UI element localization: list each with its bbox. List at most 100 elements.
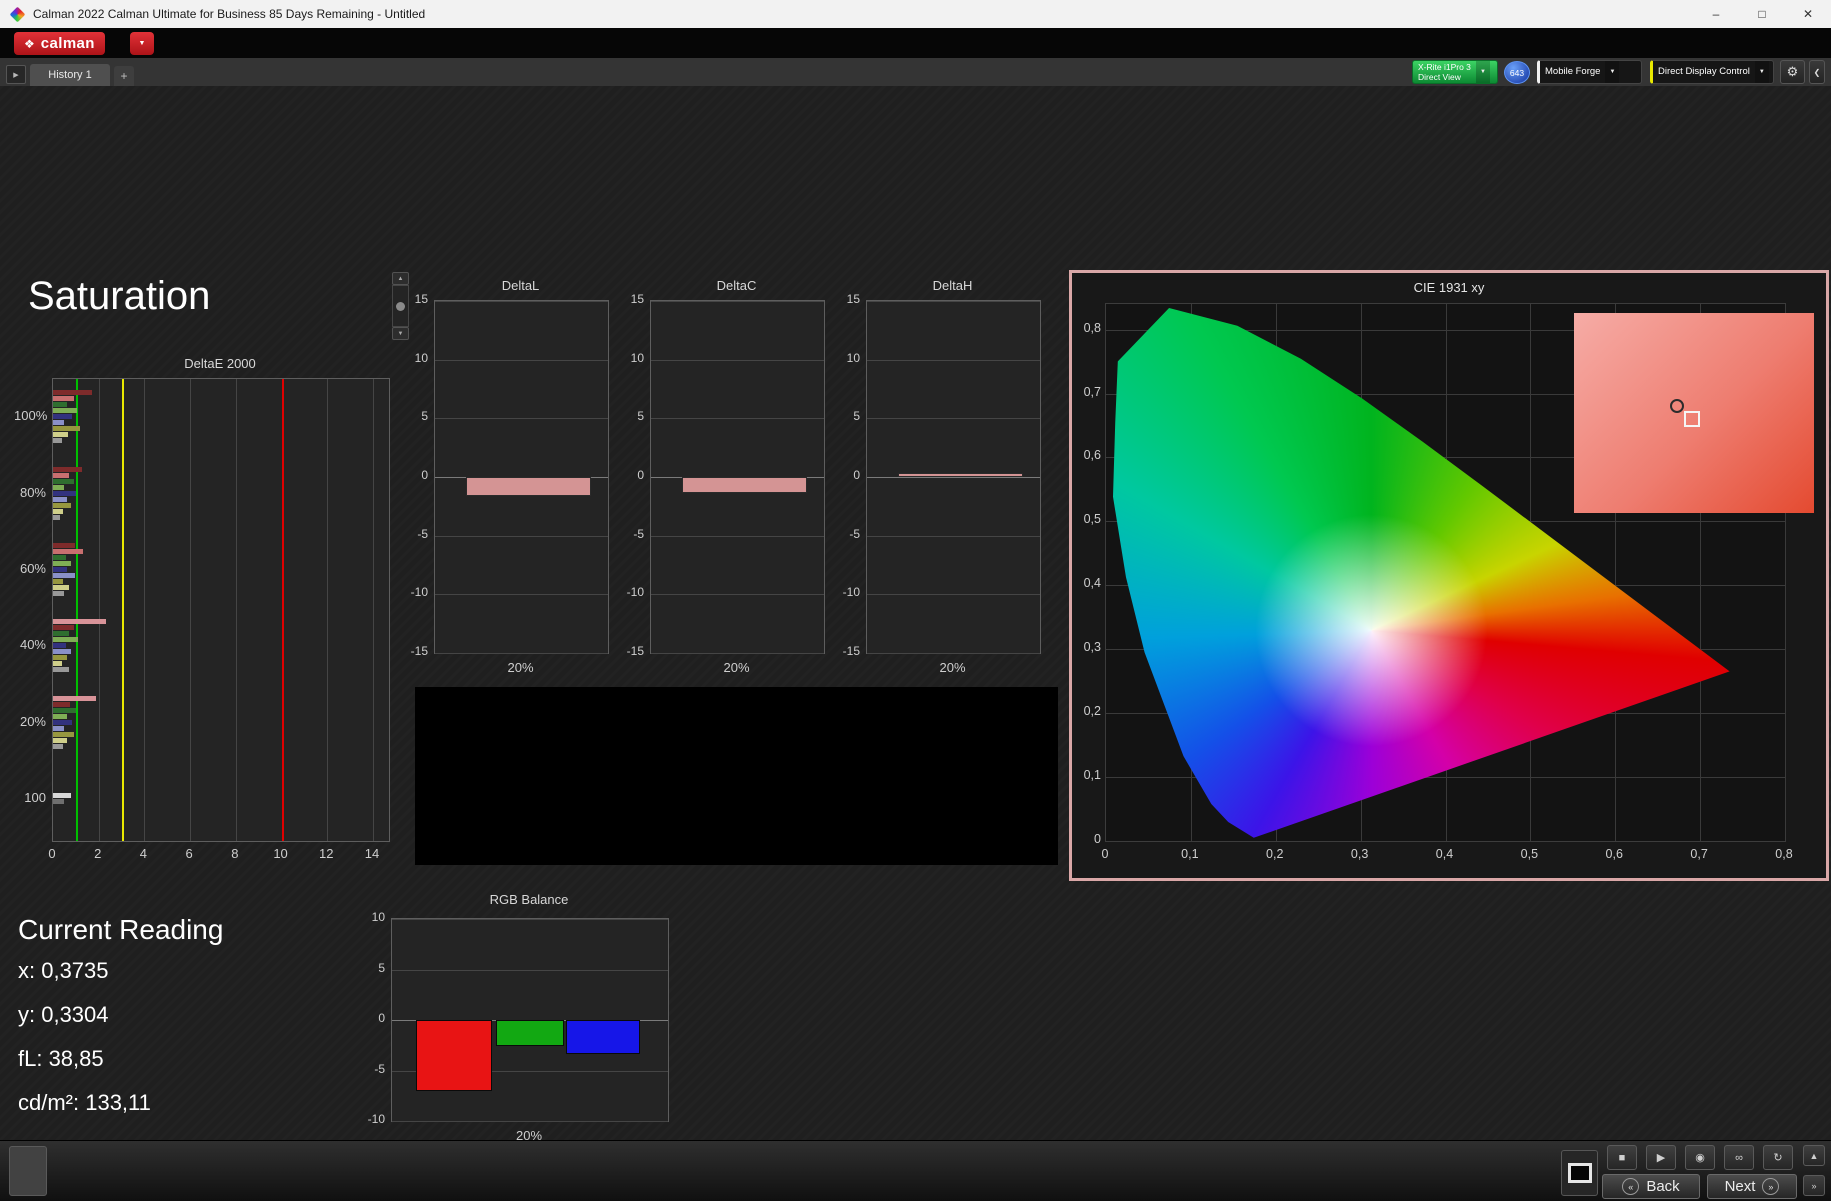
deltae-bar (53, 514, 60, 520)
mini-bar (898, 473, 1023, 477)
mini-y-tick-label: 10 (846, 350, 860, 365)
source-dropdown-icon[interactable]: ▼ (1605, 61, 1620, 83)
mini-y-tick-label: 10 (414, 350, 428, 365)
mini-gridline (651, 359, 824, 361)
mini-gridline (435, 418, 608, 420)
refresh-icon: ↻ (1773, 1152, 1783, 1164)
deltac-chart: DeltaC 15 10 5 0 -5 -10 -15 20% (614, 278, 826, 680)
capture-icon: ◉ (1695, 1152, 1705, 1164)
deltae-bar (53, 542, 75, 548)
deltae-y-group-label: 100 (24, 790, 46, 805)
cie-x-tick-label: 0 (1101, 847, 1109, 861)
tab-scroll-button[interactable]: ▶ (6, 65, 26, 84)
deltae-bar (53, 619, 106, 625)
add-tab-button[interactable]: + (114, 66, 134, 86)
mini-gridline (435, 301, 608, 302)
mini-y-tick-label: -5 (849, 526, 860, 541)
deltae-x-tick-label: 12 (319, 846, 334, 861)
current-patch-card[interactable] (9, 1146, 47, 1196)
title-bar: Calman 2022 Calman Ultimate for Business… (0, 0, 1831, 29)
maximize-button[interactable]: □ (1739, 0, 1785, 28)
rgb-y-tick-label: -5 (374, 1061, 385, 1076)
deltae-bar (53, 566, 67, 572)
mini-y-tick-label: -15 (626, 644, 644, 658)
next-button[interactable]: Next » (1707, 1174, 1797, 1199)
deltae-bar (53, 466, 82, 472)
mini-y-tick-label: 5 (421, 409, 428, 424)
display-dropdown-icon[interactable]: ▼ (1754, 61, 1769, 83)
deltae-bar (53, 637, 79, 643)
play-button[interactable]: ▶ (1646, 1145, 1676, 1170)
cie-y-tick-label: 0,4 (1083, 576, 1101, 591)
link-button[interactable]: ∞ (1724, 1145, 1754, 1170)
pattern-window-button[interactable] (1561, 1150, 1598, 1196)
display-control-label: Direct Display Control (1658, 66, 1750, 78)
cie-y-tick-label: 0,8 (1083, 320, 1101, 335)
window-title: Calman 2022 Calman Ultimate for Business… (33, 7, 426, 21)
rgb-bar-green (496, 1020, 564, 1047)
play-icon: ▶ (1656, 1152, 1666, 1164)
cie-y-tick-label: 0 (1094, 832, 1101, 846)
deltae-bar (53, 472, 69, 478)
current-patch-color (15, 1154, 41, 1188)
mini-y-tick-label: -15 (410, 644, 428, 658)
back-button[interactable]: « Back (1602, 1174, 1700, 1199)
deltae-bar (53, 584, 69, 590)
deltae-y-group-label: 60% (19, 560, 46, 576)
deltae-ref-line (281, 379, 284, 841)
current-reading-x: x: 0,3735 (18, 958, 109, 983)
gear-icon: ⚙ (1786, 64, 1799, 79)
deltae-bar (53, 695, 97, 701)
measurement-count-badge: 643 (1504, 61, 1530, 84)
collapse-panel-button[interactable]: ❮ (1809, 60, 1825, 84)
rgb-bar-red (416, 1020, 492, 1091)
calman-menu-dropdown[interactable]: ▼ (130, 32, 154, 55)
mini-gridline (867, 418, 1040, 420)
settings-button[interactable]: ⚙ (1780, 60, 1805, 84)
cie-x-tick-label: 0,1 (1181, 847, 1199, 861)
deltae-bar (53, 667, 69, 673)
stop-button[interactable]: ■ (1607, 1145, 1637, 1170)
thumb-expand-button[interactable]: » (1803, 1175, 1825, 1196)
display-control-button[interactable]: Direct Display Control ▼ (1650, 60, 1774, 84)
mini-y-tick-label: -10 (626, 585, 644, 600)
refresh-button[interactable]: ↻ (1763, 1145, 1793, 1170)
cie-y-tick-label: 0,1 (1083, 768, 1101, 783)
mini-gridline (867, 477, 1040, 478)
monitor-icon (1567, 1163, 1592, 1183)
calman-logo-button[interactable]: ❖ calman (14, 32, 105, 55)
deltae-bar (53, 490, 76, 496)
mini-y-tick-label: 15 (414, 292, 428, 306)
deltae-bar (53, 713, 67, 719)
deltae-bar (53, 396, 74, 402)
cie-x-tick-label: 0,8 (1775, 847, 1793, 861)
deltae-x-tick-label: 14 (364, 846, 380, 861)
mini-y-tick-label: 15 (846, 292, 860, 306)
close-button[interactable]: ✕ (1785, 0, 1831, 28)
mini-x-label: 20% (723, 660, 750, 675)
mini-y-tick-label: 10 (630, 350, 644, 365)
deltah-chart: DeltaH 15 10 5 0 -5 -10 -15 20% (830, 278, 1042, 680)
source-button[interactable]: Mobile Forge ▼ (1537, 60, 1642, 84)
mini-x-label: 20% (507, 660, 534, 675)
cie-y-tick-label: 0,7 (1083, 384, 1101, 399)
minimize-button[interactable]: – (1693, 0, 1739, 28)
deltae-gridline (373, 379, 374, 841)
deltah-plot (866, 300, 1041, 654)
mini-y-tick-label: -10 (842, 585, 860, 600)
tab-history-1[interactable]: History 1 (30, 64, 110, 86)
deltae-bar (53, 414, 73, 420)
capture-button[interactable]: ◉ (1685, 1145, 1715, 1170)
cie-x-tick-label: 0,2 (1266, 847, 1284, 861)
mini-gridline (867, 301, 1040, 302)
deltal-chart-title: DeltaL (501, 278, 540, 293)
deltae-bar (53, 799, 65, 804)
mini-y-tick-label: 0 (421, 468, 428, 482)
mini-gridline (435, 653, 608, 654)
next-chevron-icon: » (1762, 1178, 1780, 1195)
meter-dropdown-icon[interactable]: ▼ (1475, 61, 1490, 83)
meter-connection-button[interactable]: X-Rite i1Pro 3 Direct View ▼ (1412, 60, 1498, 84)
deltae-bar (53, 643, 66, 649)
current-reading-y: y: 0,3304 (18, 1002, 109, 1027)
thumb-scroll-up-button[interactable]: ▲ (1803, 1145, 1825, 1166)
